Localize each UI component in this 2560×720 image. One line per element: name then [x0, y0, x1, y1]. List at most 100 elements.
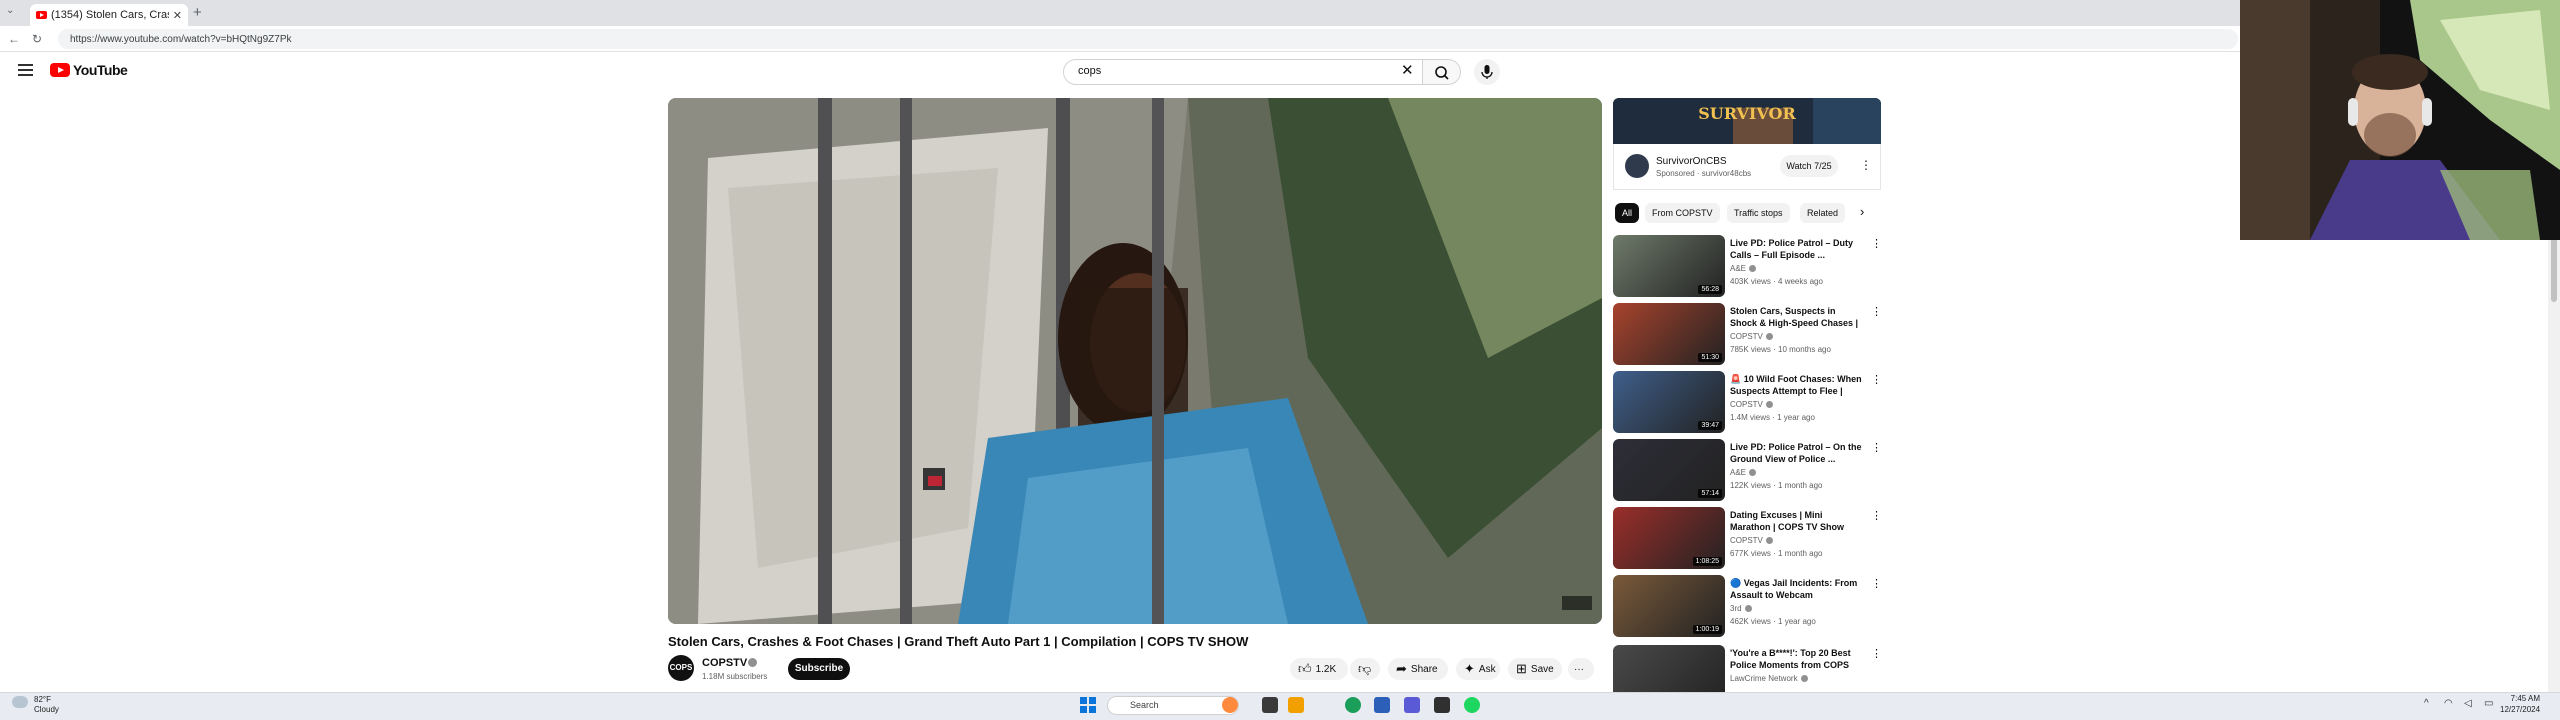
recommendation-title[interactable]: Live PD: Police Patrol – Duty Calls – Fu…	[1730, 237, 1862, 261]
battery-icon[interactable]: ▭	[2484, 698, 2493, 709]
browser-tab[interactable]: (1354) Stolen Cars, Crashes & Fo ✕	[30, 4, 188, 26]
verified-icon	[1800, 675, 1808, 683]
recommendation-meta: 403K views · 4 weeks ago	[1730, 277, 1823, 286]
recommendation-channel[interactable]: 3rd	[1730, 604, 1752, 613]
duration-badge: 1:00:19	[1692, 625, 1722, 634]
recommendation-channel[interactable]: COPSTV	[1730, 400, 1773, 409]
more-vert-icon[interactable]: ⋮	[1871, 305, 1882, 318]
recommendation-item[interactable]: 1:00:19 🔵 Vegas Jail Incidents: From Assa…	[1613, 575, 1882, 639]
ask-button[interactable]: ✦ Ask	[1456, 658, 1500, 680]
subscriber-count: 1.18M subscribers	[702, 672, 768, 681]
like-button[interactable]: 👍︎ 1.2K	[1290, 658, 1348, 680]
chip-related[interactable]: Related	[1800, 203, 1846, 223]
clock-date[interactable]: 12/27/2024	[2500, 705, 2540, 714]
chip-all[interactable]: All	[1615, 203, 1640, 223]
verified-icon	[1765, 401, 1773, 409]
chrome-icon[interactable]	[1345, 697, 1361, 713]
save-button[interactable]: ⊞ Save	[1508, 658, 1562, 680]
advertiser-name[interactable]: SurvivorOnCBS	[1656, 156, 1727, 167]
recommendation-channel[interactable]: COPSTV	[1730, 332, 1773, 341]
ad-banner[interactable]: SURVIVOR	[1613, 98, 1881, 144]
file-explorer-icon[interactable]	[1288, 697, 1304, 713]
cloud-icon[interactable]	[12, 696, 28, 708]
tab-search-icon[interactable]: ⌄	[6, 5, 14, 16]
recommendation-title[interactable]: Stolen Cars, Suspects in Shock & High-Sp…	[1730, 305, 1862, 329]
recommendation-item[interactable]: 57:14 Live PD: Police Patrol – On the Gro…	[1613, 439, 1882, 503]
menu-icon[interactable]	[18, 64, 33, 76]
recommendation-title[interactable]: 🔵 Vegas Jail Incidents: From Assault to …	[1730, 577, 1862, 601]
subscribe-button[interactable]: Subscribe	[788, 658, 850, 680]
spotify-icon[interactable]	[1464, 697, 1480, 713]
like-count: 1.2K	[1315, 663, 1337, 675]
verified-icon	[1749, 469, 1757, 477]
video-thumbnail[interactable]: 51:30	[1613, 303, 1725, 365]
recommendation-item[interactable]: 39:47 🚨 10 Wild Foot Chases: When Suspect…	[1613, 371, 1882, 435]
chip-from-copstv[interactable]: From COPSTV	[1645, 203, 1720, 223]
channel-name[interactable]: COPSTV	[702, 657, 747, 669]
chevron-up-icon[interactable]: ^	[2424, 698, 2429, 709]
wifi-icon[interactable]: ◠	[2444, 698, 2453, 709]
channel-label: COPSTV	[1730, 536, 1763, 545]
dislike-button[interactable]: 👎︎	[1350, 658, 1380, 680]
recommendation-title[interactable]: Live PD: Police Patrol – On the Ground V…	[1730, 441, 1862, 465]
more-vert-icon[interactable]: ⋮	[1871, 647, 1882, 660]
more-vert-icon[interactable]: ⋮	[1871, 441, 1882, 454]
recommendation-title[interactable]: 'You're a B****!': Top 20 Best Police Mo…	[1730, 647, 1862, 671]
advertiser-avatar[interactable]	[1625, 154, 1649, 178]
webcam-overlay	[2240, 0, 2560, 240]
weather-description[interactable]: Cloudy	[34, 705, 59, 714]
recommendation-item[interactable]: 51:30 Stolen Cars, Suspects in Shock & Hi…	[1613, 303, 1882, 367]
clear-search-icon[interactable]: ✕	[1401, 61, 1414, 79]
task-view-icon[interactable]	[1262, 697, 1278, 713]
chip-traffic-stops[interactable]: Traffic stops	[1727, 203, 1790, 223]
url-field[interactable]: https://www.youtube.com/watch?v=bHQtNg9Z…	[58, 29, 2238, 49]
windows-taskbar	[0, 692, 2560, 720]
taskbar-search-box[interactable]: Search	[1107, 696, 1239, 715]
youtube-logo[interactable]: YouTube	[50, 62, 128, 78]
verified-icon	[748, 658, 757, 667]
voice-search-button[interactable]	[1474, 59, 1500, 85]
video-thumbnail[interactable]: 39:47	[1613, 371, 1725, 433]
recommendation-item[interactable]: 56:28 Live PD: Police Patrol – Duty Calls…	[1613, 235, 1882, 299]
recommendation-title[interactable]: 🚨 10 Wild Foot Chases: When Suspects Att…	[1730, 373, 1862, 397]
volume-icon[interactable]: ◁	[2464, 698, 2472, 709]
video-thumbnail[interactable]: 1:00:19	[1613, 575, 1725, 637]
widget-icon[interactable]	[1222, 697, 1238, 713]
recommendation-channel[interactable]: A&E	[1730, 468, 1757, 477]
video-thumbnail[interactable]: 1:08:25	[1613, 507, 1725, 569]
share-button[interactable]: ➦ Share	[1388, 658, 1448, 680]
recommendation-channel[interactable]: COPSTV	[1730, 536, 1773, 545]
search-button[interactable]	[1423, 59, 1461, 85]
channel-avatar[interactable]: COPS	[668, 655, 694, 681]
youtube-play-icon	[50, 63, 70, 77]
reload-icon[interactable]: ↻	[32, 32, 42, 46]
weather-temperature[interactable]: 82°F	[34, 695, 51, 704]
recommendation-item[interactable]: 1:08:25 Dating Excuses | Mini Marathon | …	[1613, 507, 1882, 571]
video-player[interactable]	[668, 98, 1602, 624]
obs-icon[interactable]	[1434, 697, 1450, 713]
video-thumbnail[interactable]: 57:14	[1613, 439, 1725, 501]
clock-time[interactable]: 7:45 AM	[2500, 694, 2540, 703]
more-vert-icon[interactable]: ⋮	[1871, 373, 1882, 386]
more-vert-icon[interactable]: ⋮	[1860, 158, 1872, 172]
windows-start-icon[interactable]	[1080, 697, 1096, 713]
more-vert-icon[interactable]: ⋮	[1871, 509, 1882, 522]
app-icon[interactable]	[1374, 697, 1390, 713]
ad-banner-title: SURVIVOR	[1698, 104, 1796, 123]
new-tab-button[interactable]: +	[193, 4, 202, 21]
duration-badge: 39:47	[1698, 421, 1722, 430]
more-vert-icon[interactable]: ⋮	[1871, 577, 1882, 590]
channel-watermark	[1562, 596, 1592, 610]
close-tab-icon[interactable]: ✕	[173, 9, 182, 22]
recommendation-channel[interactable]: LawCrime Network	[1730, 674, 1808, 683]
more-actions-button[interactable]: ···	[1568, 658, 1594, 680]
discord-icon[interactable]	[1404, 697, 1420, 713]
recommendation-channel[interactable]: A&E	[1730, 264, 1757, 273]
back-icon[interactable]: ←	[8, 32, 20, 46]
video-thumbnail[interactable]: 56:28	[1613, 235, 1725, 297]
more-vert-icon[interactable]: ⋮	[1871, 237, 1882, 250]
chevron-right-icon[interactable]: ›	[1860, 204, 1864, 219]
ad-cta-button[interactable]: Watch 7/25	[1780, 155, 1838, 177]
recommendation-title[interactable]: Dating Excuses | Mini Marathon | COPS TV…	[1730, 509, 1862, 533]
search-input[interactable]: cops	[1063, 59, 1423, 85]
